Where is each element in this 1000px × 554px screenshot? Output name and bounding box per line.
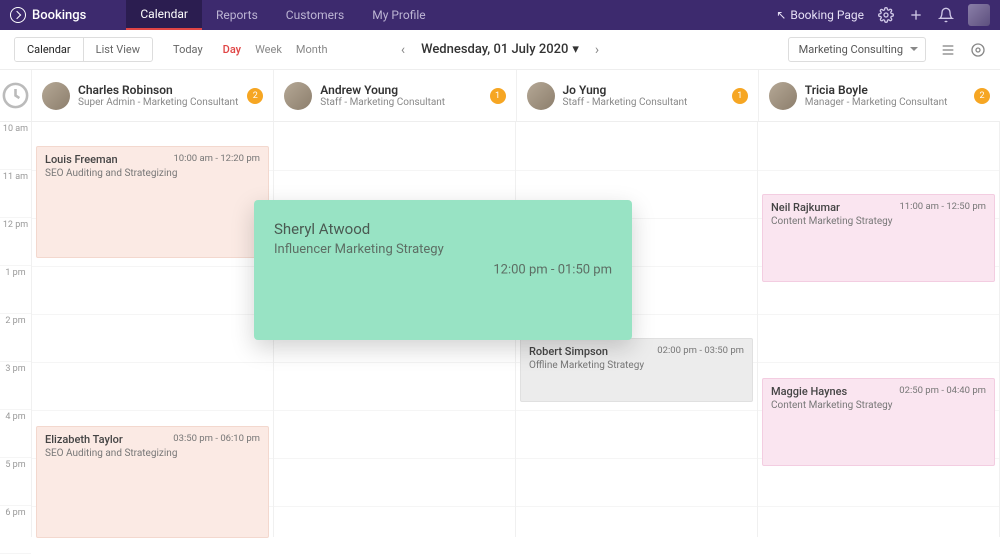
nav-tab-reports[interactable]: Reports	[202, 0, 272, 30]
event-sub: Content Marketing Strategy	[771, 400, 986, 411]
event-sub: Content Marketing Strategy	[771, 216, 986, 227]
list-settings-icon[interactable]	[940, 42, 956, 58]
event-time: 10:00 am - 12:20 pm	[173, 153, 260, 164]
clock-icon	[0, 70, 31, 121]
staff-role: Manager - Marketing Consultant	[805, 97, 948, 108]
today-button[interactable]: Today	[173, 43, 203, 56]
event-title: Sheryl Atwood	[274, 220, 612, 238]
staff-name: Tricia Boyle	[805, 83, 948, 97]
time-label: 10 am	[0, 122, 31, 170]
time-label: 2 pm	[0, 314, 31, 362]
current-date[interactable]: Wednesday, 01 July 2020 ▾	[421, 42, 579, 57]
date-nav: ‹ Wednesday, 01 July 2020 ▾ ›	[401, 42, 599, 58]
event-highlight-card[interactable]: Sheryl Atwood Influencer Marketing Strat…	[254, 200, 632, 340]
event-sub: Influencer Marketing Strategy	[274, 242, 612, 257]
nav-tab-myprofile[interactable]: My Profile	[358, 0, 439, 30]
settings-gear-icon[interactable]	[970, 42, 986, 58]
time-label: 5 pm	[0, 458, 31, 506]
event-time: 11:00 am - 12:50 pm	[899, 201, 986, 212]
staff-col-3[interactable]: Tricia Boyle Manager - Marketing Consult…	[759, 70, 1000, 121]
caret-down-icon: ▾	[572, 42, 579, 57]
event[interactable]: Elizabeth Taylor SEO Auditing and Strate…	[36, 426, 269, 538]
time-label: 12 pm	[0, 218, 31, 266]
prev-day-icon[interactable]: ‹	[401, 42, 405, 58]
time-label: 3 pm	[0, 362, 31, 410]
calendar-columns: Louis Freeman SEO Auditing and Strategiz…	[32, 122, 1000, 537]
staff-name: Andrew Young	[320, 83, 445, 97]
staff-col-1[interactable]: Andrew Young Staff - Marketing Consultan…	[274, 70, 516, 121]
time-label: 6 pm	[0, 506, 31, 554]
staff-role: Staff - Marketing Consultant	[320, 97, 445, 108]
range-month[interactable]: Month	[296, 43, 328, 56]
view-calendar[interactable]: Calendar	[15, 38, 83, 61]
topbar-right: ↖ Booking Page	[776, 4, 990, 26]
view-toggle: Calendar List View	[14, 37, 153, 62]
staff-name: Charles Robinson	[78, 83, 238, 97]
staff-header-row: Charles Robinson Super Admin - Marketing…	[0, 70, 1000, 122]
staff-badge: 2	[974, 88, 990, 104]
nav-tabs: Calendar Reports Customers My Profile	[126, 0, 439, 30]
booking-page-link[interactable]: ↖ Booking Page	[776, 8, 864, 22]
gear-icon[interactable]	[878, 7, 894, 23]
staff-col-2[interactable]: Jo Yung Staff - Marketing Consultant 1	[517, 70, 759, 121]
calendar-col-3[interactable]: Neil Rajkumar Content Marketing Strategy…	[758, 122, 1000, 537]
time-gutter: 10 am 11 am 12 pm 1 pm 2 pm 3 pm 4 pm 5 …	[0, 122, 32, 537]
avatar	[284, 82, 312, 110]
staff-name: Jo Yung	[563, 83, 688, 97]
avatar	[769, 82, 797, 110]
staff-badge: 2	[247, 88, 263, 104]
event[interactable]: Maggie Haynes Content Marketing Strategy…	[762, 378, 995, 466]
bell-icon[interactable]	[938, 7, 954, 23]
event-time: 03:50 pm - 06:10 pm	[173, 433, 260, 444]
range-tabs: Day Week Month	[223, 43, 328, 56]
nav-tab-customers[interactable]: Customers	[272, 0, 358, 30]
brand: Bookings	[10, 7, 86, 23]
brand-icon	[10, 7, 26, 23]
time-label: 11 am	[0, 170, 31, 218]
event-time: 02:50 pm - 04:40 pm	[899, 385, 986, 396]
event[interactable]: Neil Rajkumar Content Marketing Strategy…	[762, 194, 995, 282]
staff-badge: 1	[490, 88, 506, 104]
event-time: 12:00 pm - 01:50 pm	[493, 263, 612, 278]
event[interactable]: Louis Freeman SEO Auditing and Strategiz…	[36, 146, 269, 258]
topbar: Bookings Calendar Reports Customers My P…	[0, 0, 1000, 30]
event-sub: SEO Auditing and Strategizing	[45, 448, 260, 459]
toolbar-right: Marketing Consulting	[788, 37, 986, 62]
calendar-grid: 10 am 11 am 12 pm 1 pm 2 pm 3 pm 4 pm 5 …	[0, 122, 1000, 537]
nav-tab-calendar[interactable]: Calendar	[126, 0, 202, 30]
plus-icon[interactable]	[908, 7, 924, 23]
booking-page-label: Booking Page	[790, 8, 864, 22]
staff-col-0[interactable]: Charles Robinson Super Admin - Marketing…	[32, 70, 274, 121]
next-day-icon[interactable]: ›	[595, 42, 599, 58]
event-time: 02:00 pm - 03:50 pm	[657, 345, 744, 356]
time-label: 1 pm	[0, 266, 31, 314]
cursor-icon: ↖	[776, 8, 786, 22]
range-day[interactable]: Day	[223, 43, 241, 56]
time-label: 4 pm	[0, 410, 31, 458]
avatar	[527, 82, 555, 110]
staff-badge: 1	[732, 88, 748, 104]
view-list[interactable]: List View	[83, 38, 152, 61]
current-date-text: Wednesday, 01 July 2020	[421, 42, 568, 57]
event-sub: SEO Auditing and Strategizing	[45, 168, 260, 179]
user-avatar[interactable]	[968, 4, 990, 26]
range-week[interactable]: Week	[255, 43, 282, 56]
service-filter-dropdown[interactable]: Marketing Consulting	[788, 37, 926, 62]
event[interactable]: Robert Simpson Offline Marketing Strateg…	[520, 338, 753, 402]
avatar	[42, 82, 70, 110]
staff-role: Super Admin - Marketing Consultant	[78, 97, 238, 108]
time-gutter-head	[0, 70, 32, 121]
calendar-toolbar: Calendar List View Today Day Week Month …	[0, 30, 1000, 70]
staff-role: Staff - Marketing Consultant	[563, 97, 688, 108]
calendar-col-0[interactable]: Louis Freeman SEO Auditing and Strategiz…	[32, 122, 274, 537]
brand-label: Bookings	[32, 8, 86, 23]
event-sub: Offline Marketing Strategy	[529, 360, 744, 371]
